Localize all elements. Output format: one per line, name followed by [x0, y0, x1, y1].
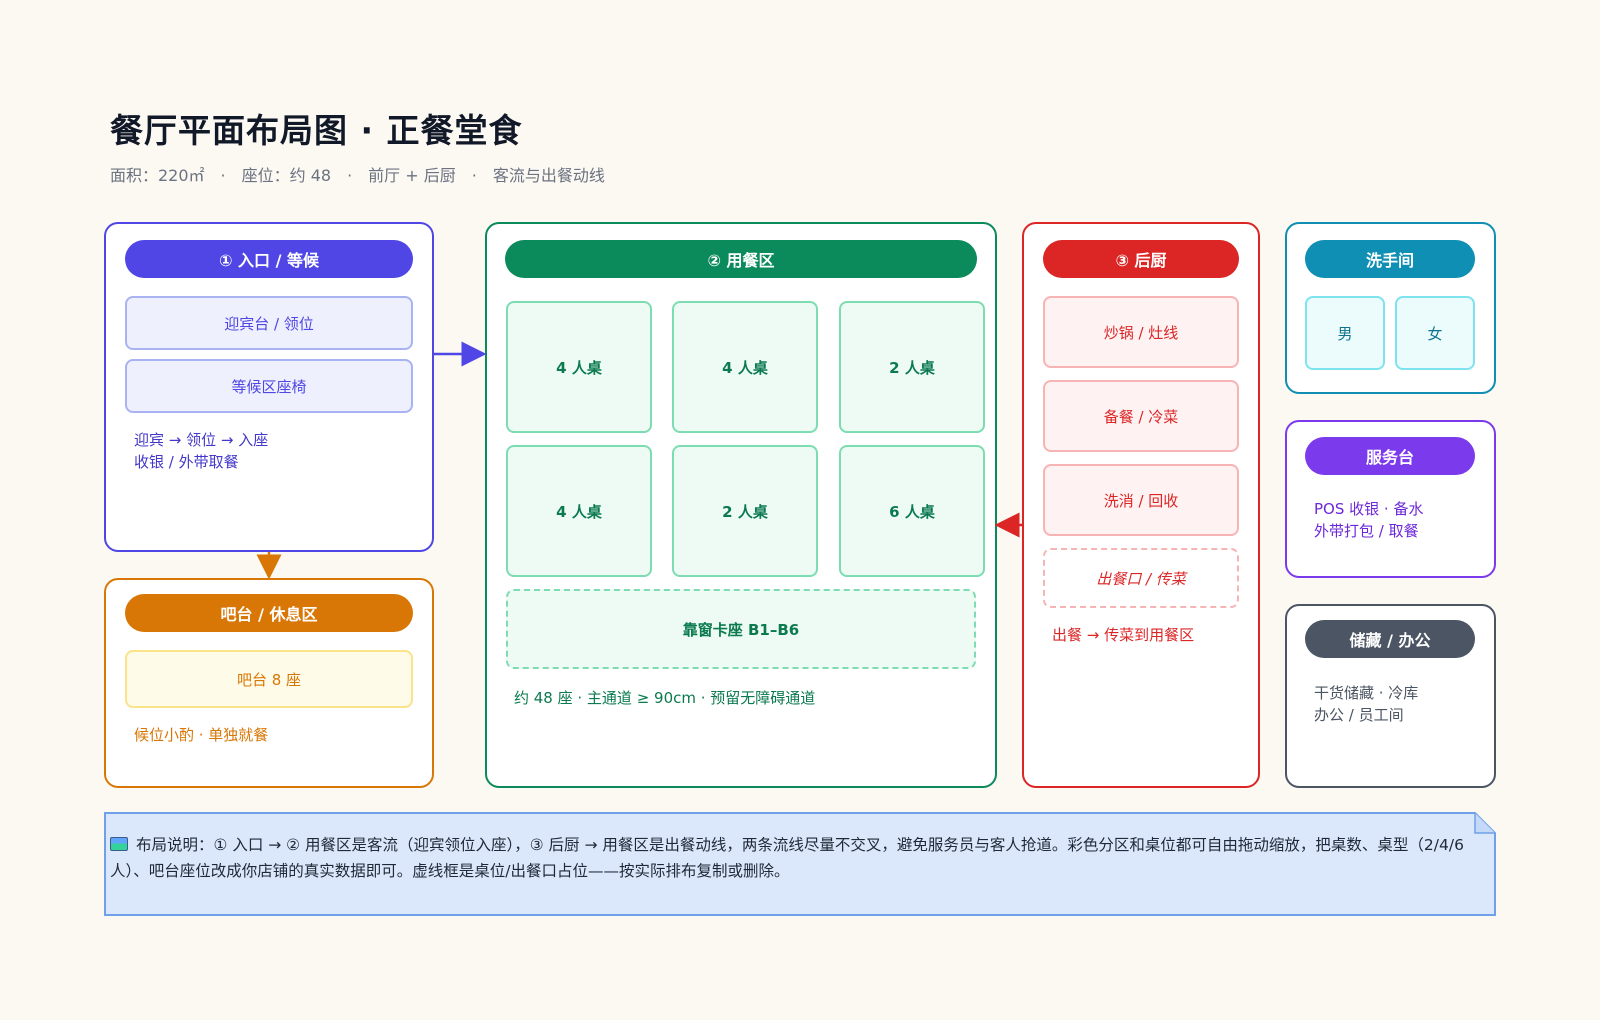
callout-text: 布局说明：① 入口 → ② 用餐区是客流（迎宾领位入座），③ 后厨 → 用餐区是… — [110, 836, 1464, 880]
map-icon — [110, 837, 128, 851]
callout-note: 布局说明：① 入口 → ② 用餐区是客流（迎宾领位入座），③ 后厨 → 用餐区是… — [110, 832, 1490, 884]
